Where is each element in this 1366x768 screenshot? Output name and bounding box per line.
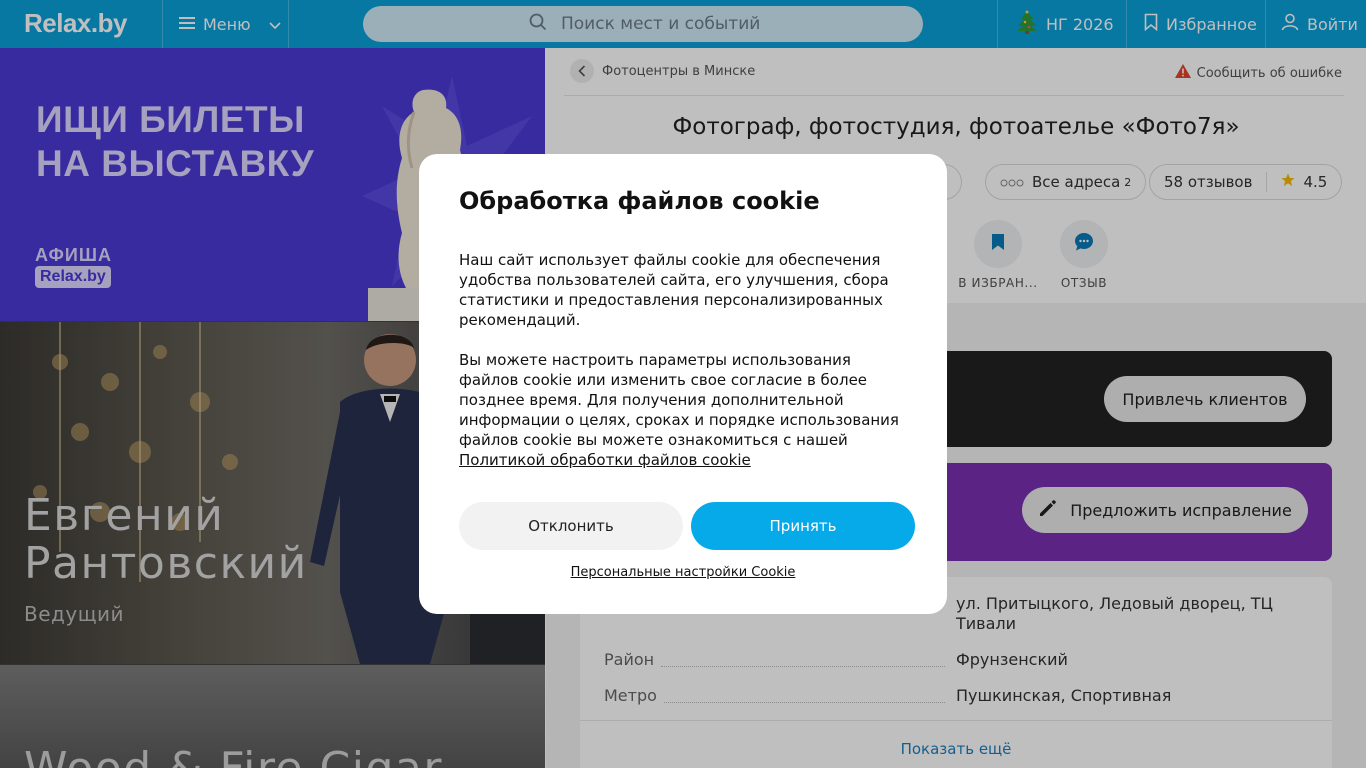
cookie-modal-title: Обработка файлов cookie [459,187,820,215]
cookie-settings-link[interactable]: Персональные настройки Cookie [419,565,947,580]
cookie-paragraph: Вы можете настроить параметры использова… [459,351,899,449]
accept-button[interactable]: Принять [691,502,915,550]
cookie-paragraph: Наш сайт использует файлы cookie для обе… [459,251,889,329]
cookie-modal: Обработка файлов cookie Наш сайт использ… [419,154,947,614]
cookie-modal-text: Наш сайт использует файлы cookie для обе… [459,250,909,470]
decline-button[interactable]: Отклонить [459,502,683,550]
cookie-policy-link[interactable]: Политикой обработки файлов cookie [459,451,751,469]
